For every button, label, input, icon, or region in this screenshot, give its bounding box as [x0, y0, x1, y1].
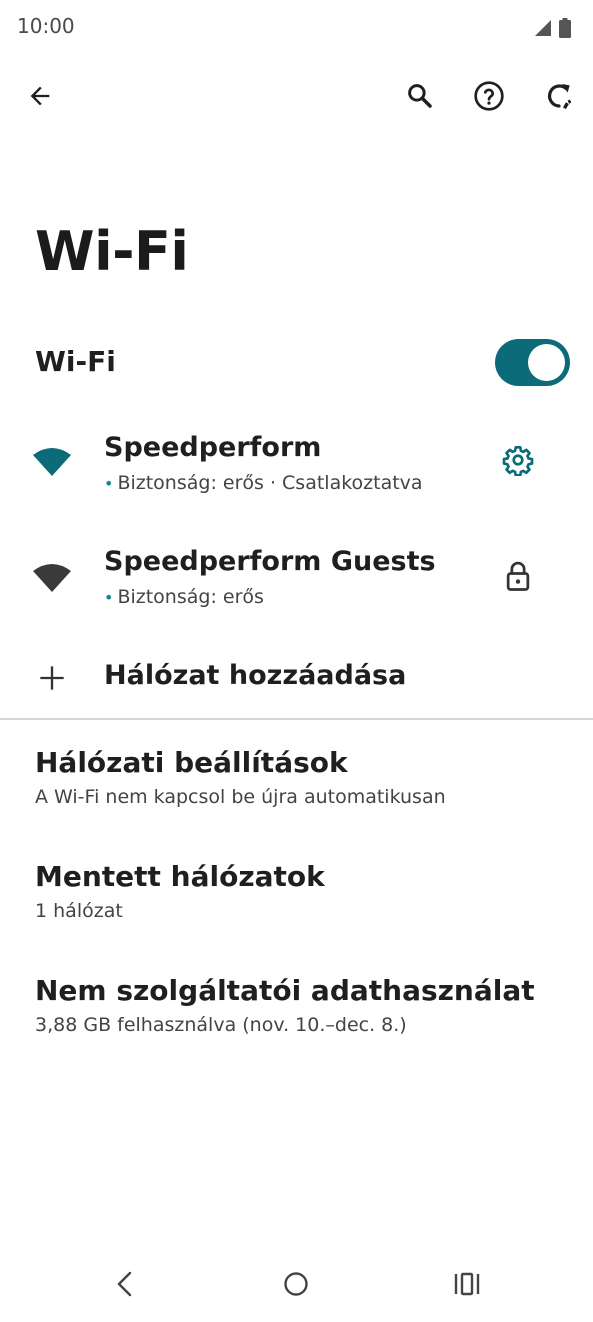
nav-home-button[interactable] [272, 1262, 320, 1310]
wifi-toggle-switch[interactable] [495, 339, 570, 386]
divider [0, 718, 593, 720]
status-icons [535, 18, 571, 42]
navigation-bar [0, 1250, 593, 1322]
network-status: • Biztonság: erős · Csatlakoztatva [104, 472, 423, 494]
gear-icon [502, 444, 534, 480]
nav-back-button[interactable] [101, 1262, 149, 1310]
wifi-signal-icon [33, 446, 71, 480]
signal-icon [535, 20, 551, 40]
add-network-label: Hálózat hozzáadása [104, 660, 407, 691]
network-name: Speedperform Guests [104, 546, 436, 577]
pref-saved-networks[interactable]: Mentett hálózatok 1 hálózat [0, 850, 593, 950]
network-settings-button[interactable] [494, 438, 542, 486]
page-title: Wi-Fi [35, 220, 189, 283]
pref-title: Nem szolgáltatói adathasználat [35, 974, 535, 1007]
back-button[interactable] [16, 74, 64, 122]
status-time: 10:00 [17, 14, 75, 38]
pref-title: Hálózati beállítások [35, 746, 348, 779]
pref-summary: 1 hálózat [35, 900, 123, 922]
nav-recents-icon [454, 1272, 480, 1300]
toggle-knob [528, 344, 565, 381]
back-arrow-icon [26, 82, 54, 114]
wifi-signal-icon [33, 562, 71, 596]
network-status: • Biztonság: erős [104, 586, 264, 608]
pref-network-settings[interactable]: Hálózati beállítások A Wi-Fi nem kapcsol… [0, 736, 593, 836]
reset-network-icon [543, 80, 575, 116]
nav-recents-button[interactable] [443, 1262, 491, 1310]
battery-icon [559, 18, 571, 42]
add-network-item[interactable]: Hálózat hozzáadása [0, 640, 593, 716]
wifi-toggle-label: Wi-Fi [35, 345, 116, 378]
network-status-text: Biztonság: erős [117, 586, 264, 608]
nav-back-icon [115, 1271, 135, 1301]
pref-summary: A Wi-Fi nem kapcsol be újra automatikusa… [35, 786, 446, 808]
plus-icon [38, 664, 66, 696]
help-icon [473, 80, 505, 116]
nav-home-icon [283, 1271, 309, 1301]
pref-data-usage[interactable]: Nem szolgáltatói adathasználat 3,88 GB f… [0, 964, 593, 1064]
reset-network-button[interactable] [535, 74, 583, 122]
lock-icon [503, 560, 533, 596]
help-button[interactable] [465, 74, 513, 122]
pref-title: Mentett hálózatok [35, 860, 325, 893]
network-name: Speedperform [104, 432, 322, 463]
search-icon [405, 81, 435, 115]
network-status-text: Biztonság: erős · Csatlakoztatva [117, 472, 423, 494]
search-button[interactable] [396, 74, 444, 122]
pref-summary: 3,88 GB felhasználva (nov. 10.–dec. 8.) [35, 1014, 407, 1036]
